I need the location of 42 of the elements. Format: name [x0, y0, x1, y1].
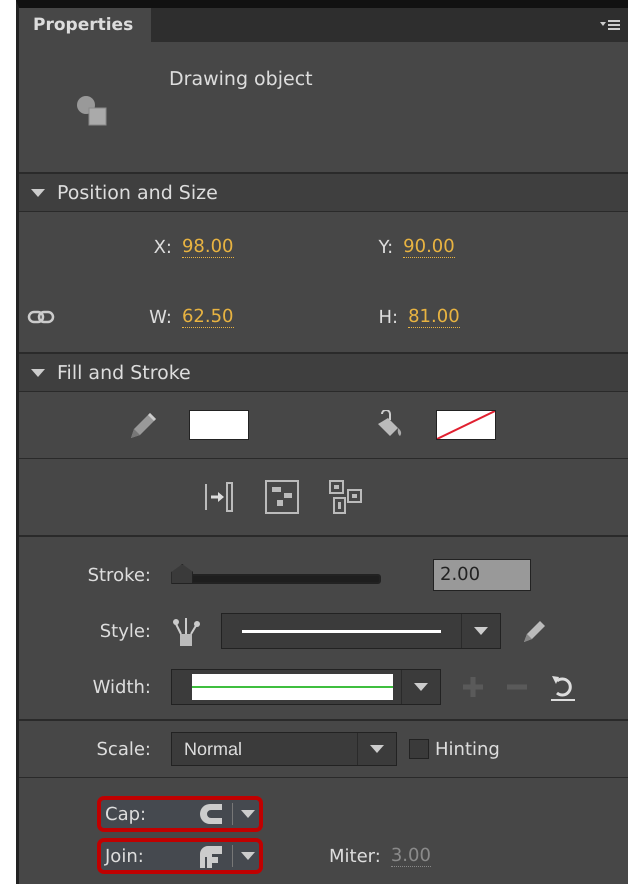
dropdown-arrow-icon	[474, 626, 488, 636]
dropdown-arrow-icon	[241, 809, 255, 819]
hinting-label: Hinting	[435, 738, 500, 760]
no-fill-slash-icon	[437, 411, 495, 439]
cap-dropdown[interactable]: Cap:	[97, 796, 263, 832]
stroke-label: Stroke:	[86, 564, 151, 586]
value-field[interactable]: 81.00	[408, 306, 460, 328]
miter-label: Miter:	[329, 846, 381, 866]
slider-thumb[interactable]	[171, 564, 194, 584]
hinting-checkbox[interactable]	[409, 739, 429, 759]
width-label: Width:	[92, 676, 151, 698]
object-type-label: Drawing object	[169, 68, 313, 90]
arrange-icon[interactable]	[329, 480, 363, 514]
fill-color-swatch[interactable]	[436, 410, 496, 440]
style-dropdown[interactable]	[221, 613, 501, 649]
shapes-icon	[75, 94, 109, 128]
scale-dropdown[interactable]: Normal	[171, 732, 397, 766]
round-join-icon	[198, 844, 224, 868]
field-label: Y:	[378, 236, 394, 258]
field-label: X:	[154, 236, 172, 258]
value-field[interactable]: 98.00	[182, 236, 234, 258]
join-dropdown[interactable]: Join:	[97, 838, 263, 874]
section-header[interactable]: Position and Size	[19, 174, 628, 212]
width-profile-dropdown[interactable]	[171, 669, 441, 705]
stroke-value-field[interactable]: 2.00	[433, 559, 531, 591]
panel-menu-icon[interactable]	[600, 19, 620, 31]
field-label: H:	[378, 306, 398, 328]
section-header[interactable]: Fill and Stroke	[19, 354, 628, 392]
scale-label: Scale:	[96, 738, 151, 760]
align-right-icon[interactable]	[203, 480, 235, 514]
stroke-color-swatch[interactable]	[189, 410, 249, 440]
value-field[interactable]: 62.50	[182, 306, 234, 328]
link-icon[interactable]	[27, 309, 55, 325]
distribute-icon[interactable]	[265, 480, 299, 514]
field-label: W:	[149, 306, 172, 328]
properties-tab[interactable]: Properties	[19, 8, 152, 42]
value-field[interactable]: 90.00	[403, 236, 455, 258]
dropdown-arrow-icon	[370, 744, 384, 754]
dropdown-arrow-icon	[241, 851, 255, 861]
dropdown-arrow-icon	[414, 682, 428, 692]
round-cap-icon	[198, 802, 224, 826]
style-label: Style:	[98, 620, 151, 642]
